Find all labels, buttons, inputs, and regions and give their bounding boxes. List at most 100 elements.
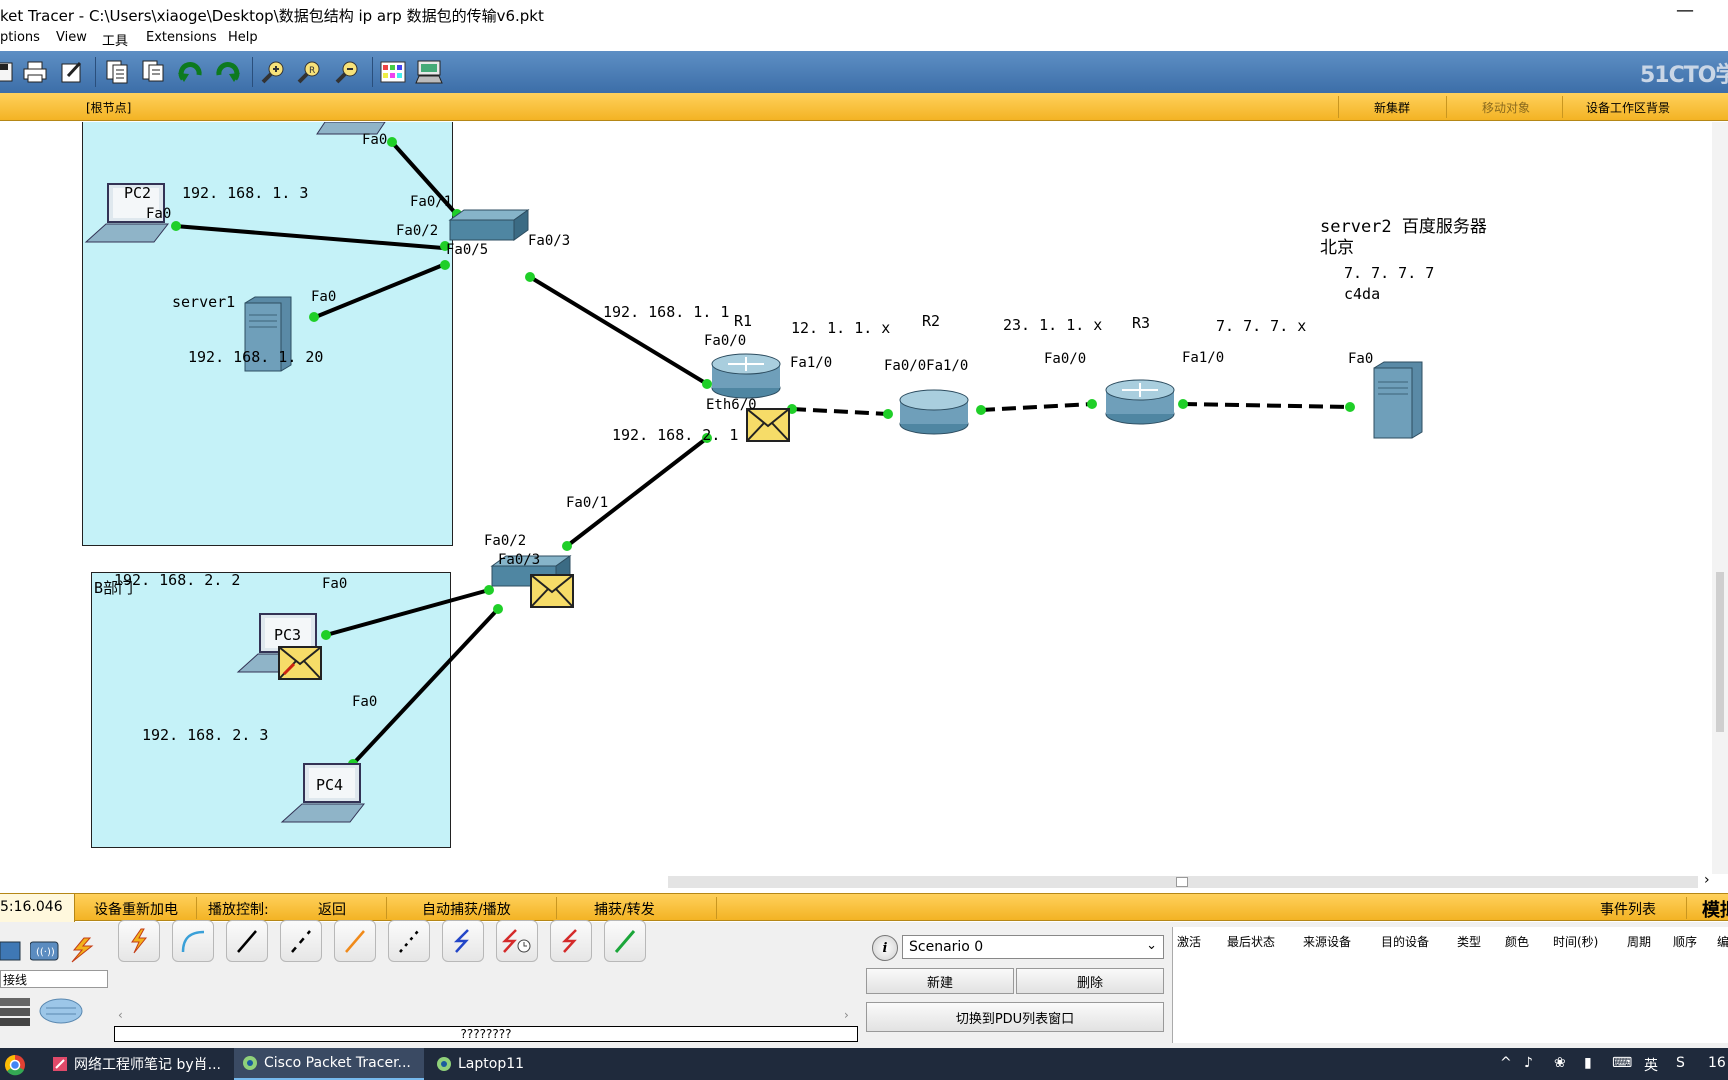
- straight-through-icon[interactable]: [226, 920, 268, 962]
- col-color[interactable]: 颜色: [1505, 933, 1529, 950]
- horizontal-scrollbar[interactable]: ›: [0, 872, 1728, 890]
- link-r1-r2: [791, 407, 889, 416]
- delete-scenario-button[interactable]: 删除: [1016, 968, 1164, 994]
- menu-help[interactable]: Help: [228, 30, 258, 45]
- scroll-thumb[interactable]: [1176, 877, 1188, 887]
- menu-view[interactable]: View: [56, 30, 87, 45]
- pdu-envelope-icon[interactable]: [278, 646, 322, 680]
- link-r3-server2: [1182, 402, 1351, 409]
- save-icon[interactable]: [0, 57, 18, 87]
- print-icon[interactable]: [20, 57, 50, 87]
- main-toolbar: R 51CTO学: [0, 51, 1728, 93]
- coaxial-icon[interactable]: [442, 920, 484, 962]
- tray-chevron-up-icon[interactable]: ^: [1500, 1055, 1512, 1071]
- power-cycle-button[interactable]: 设备重新加电: [94, 899, 178, 919]
- col-source[interactable]: 来源设备: [1303, 933, 1351, 950]
- laptop-pc4-icon[interactable]: [280, 762, 376, 828]
- minimize-button[interactable]: —: [1676, 0, 1694, 21]
- capture-forward-button[interactable]: 捕获/转发: [594, 899, 655, 919]
- new-cluster-button[interactable]: 新集群: [1374, 99, 1410, 116]
- vertical-scrollbar[interactable]: [1712, 122, 1728, 874]
- connections-category-icon[interactable]: [66, 936, 96, 964]
- col-fire[interactable]: 激活: [1177, 933, 1201, 950]
- redo-icon[interactable]: [212, 57, 242, 87]
- zoom-reset-icon[interactable]: R: [294, 57, 324, 87]
- zoom-in-icon[interactable]: [258, 57, 288, 87]
- custom-device-icon[interactable]: [414, 57, 444, 87]
- input-method-icon[interactable]: S: [1676, 1055, 1685, 1071]
- pc3-ip-label: 192. 168. 2. 2: [114, 571, 241, 589]
- port-label: Eth6/0: [706, 397, 757, 413]
- chrome-icon[interactable]: [4, 1054, 26, 1076]
- taskbar-item-laptop11[interactable]: Laptop11: [428, 1048, 608, 1080]
- fiber-icon[interactable]: [334, 920, 376, 962]
- menu-options[interactable]: ptions: [0, 30, 40, 45]
- keyboard-icon[interactable]: ⌨: [1612, 1055, 1632, 1071]
- wireless-category-icon[interactable]: ((·)): [30, 940, 60, 962]
- serial-dce-icon[interactable]: [496, 920, 538, 962]
- col-edit[interactable]: 编: [1717, 933, 1728, 950]
- logical-workspace[interactable]: B部门 PC2 server1 R1 R2 R3 PC3 PC4 192. 16…: [0, 122, 1710, 874]
- switch-category-icon[interactable]: [0, 940, 22, 962]
- port-label: Fa0/2: [484, 533, 527, 549]
- back-button[interactable]: 返回: [318, 899, 346, 919]
- col-time[interactable]: 时间(秒): [1553, 933, 1598, 950]
- port-label: Fa1/0: [1182, 350, 1225, 366]
- router-r1-icon[interactable]: [710, 350, 782, 400]
- serial-dte-icon[interactable]: [550, 920, 592, 962]
- pdu-envelope-icon[interactable]: [530, 574, 574, 608]
- tray-app-icon[interactable]: ❀: [1554, 1055, 1566, 1071]
- router-r3-icon[interactable]: [1104, 376, 1176, 426]
- palette-icon[interactable]: [378, 57, 408, 87]
- auto-connection-icon[interactable]: [118, 920, 160, 962]
- pdu-envelope-icon[interactable]: [746, 408, 790, 442]
- undo-icon[interactable]: [176, 57, 206, 87]
- scroll-right-icon[interactable]: ›: [844, 1008, 849, 1022]
- r3-name: R3: [1132, 314, 1151, 332]
- microphone-icon[interactable]: ▮: [1584, 1055, 1592, 1071]
- device-stack-icon[interactable]: [0, 994, 36, 1028]
- info-icon[interactable]: i: [872, 935, 898, 961]
- connections-scrollbar[interactable]: ‹ ›: [114, 1006, 858, 1026]
- server2-icon[interactable]: [1370, 360, 1426, 442]
- activity-wizard-icon[interactable]: [57, 57, 87, 87]
- link-dot: [1087, 399, 1097, 409]
- set-background-button[interactable]: 设备工作区背景: [1586, 99, 1670, 116]
- taskbar-label: Cisco Packet Tracer...: [264, 1055, 411, 1071]
- scroll-left-icon[interactable]: ‹: [118, 1008, 123, 1022]
- col-type[interactable]: 类型: [1457, 933, 1481, 950]
- root-node-label[interactable]: [根节点]: [86, 99, 131, 116]
- taskbar-item-packet-tracer[interactable]: Cisco Packet Tracer...: [234, 1048, 424, 1080]
- svg-text:((·)): ((·)): [36, 947, 55, 958]
- scenario-select[interactable]: Scenario 0 ⌄: [902, 935, 1164, 959]
- simulation-bar: 5:16.046 设备重新加电 播放控制: 返回 自动捕获/播放 捕获/转发 事…: [0, 893, 1728, 922]
- cloud-icon[interactable]: [38, 996, 84, 1026]
- toggle-pdu-list-button[interactable]: 切换到PDU列表窗口: [866, 1002, 1164, 1032]
- zoom-out-icon[interactable]: [332, 57, 362, 87]
- console-cable-icon[interactable]: [172, 920, 214, 962]
- phone-cable-icon[interactable]: [388, 920, 430, 962]
- mode-label[interactable]: 模拟: [1702, 896, 1728, 922]
- link-dot: [1345, 402, 1355, 412]
- copy-icon[interactable]: [102, 57, 132, 87]
- col-periodic[interactable]: 周期: [1627, 933, 1651, 950]
- event-list-button[interactable]: 事件列表: [1600, 899, 1656, 919]
- crossover-icon[interactable]: [280, 920, 322, 962]
- col-destination[interactable]: 目的设备: [1381, 933, 1429, 950]
- octal-cable-icon[interactable]: [604, 920, 646, 962]
- clock[interactable]: 16: [1708, 1055, 1726, 1071]
- move-object-button[interactable]: 移动对象: [1482, 99, 1530, 116]
- router-r2-icon[interactable]: [898, 386, 970, 436]
- scroll-thumb[interactable]: [1716, 572, 1724, 732]
- paste-icon[interactable]: [138, 57, 168, 87]
- ime-indicator[interactable]: 英: [1644, 1055, 1658, 1075]
- col-num[interactable]: 顺序: [1673, 933, 1697, 950]
- menu-tools[interactable]: 工具: [102, 30, 128, 49]
- scroll-right-arrow[interactable]: ›: [1704, 872, 1710, 888]
- new-scenario-button[interactable]: 新建: [866, 968, 1014, 994]
- auto-capture-button[interactable]: 自动捕获/播放: [422, 899, 511, 919]
- menu-extensions[interactable]: Extensions: [146, 30, 217, 45]
- volume-icon[interactable]: ♪: [1524, 1055, 1533, 1071]
- col-last-status[interactable]: 最后状态: [1227, 933, 1275, 950]
- taskbar-item-notes[interactable]: 网络工程师笔记 by肖...: [44, 1048, 230, 1080]
